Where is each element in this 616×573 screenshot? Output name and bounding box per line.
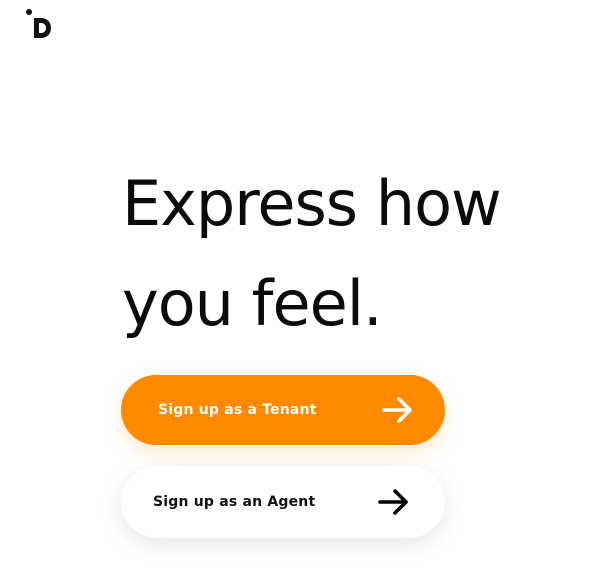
brand-logo[interactable] [26,9,54,39]
sign-up-agent-label: Sign up as an Agent [153,494,316,510]
sign-up-tenant-button[interactable]: Sign up as a Tenant [121,375,445,445]
sign-up-tenant-label: Sign up as a Tenant [158,402,317,418]
hero-headline: Express how you feel. [122,154,502,354]
hero-headline-line-2: you feel. [122,267,383,340]
brand-logo-icon [26,9,51,38]
sign-up-agent-button[interactable]: Sign up as an Agent [121,466,445,538]
arrow-right-icon [381,396,415,424]
landing-page: Express how you feel. Sign up as a Tenan… [0,0,616,573]
hero-headline-line-1: Express how [122,167,502,240]
arrow-right-icon [377,488,411,516]
